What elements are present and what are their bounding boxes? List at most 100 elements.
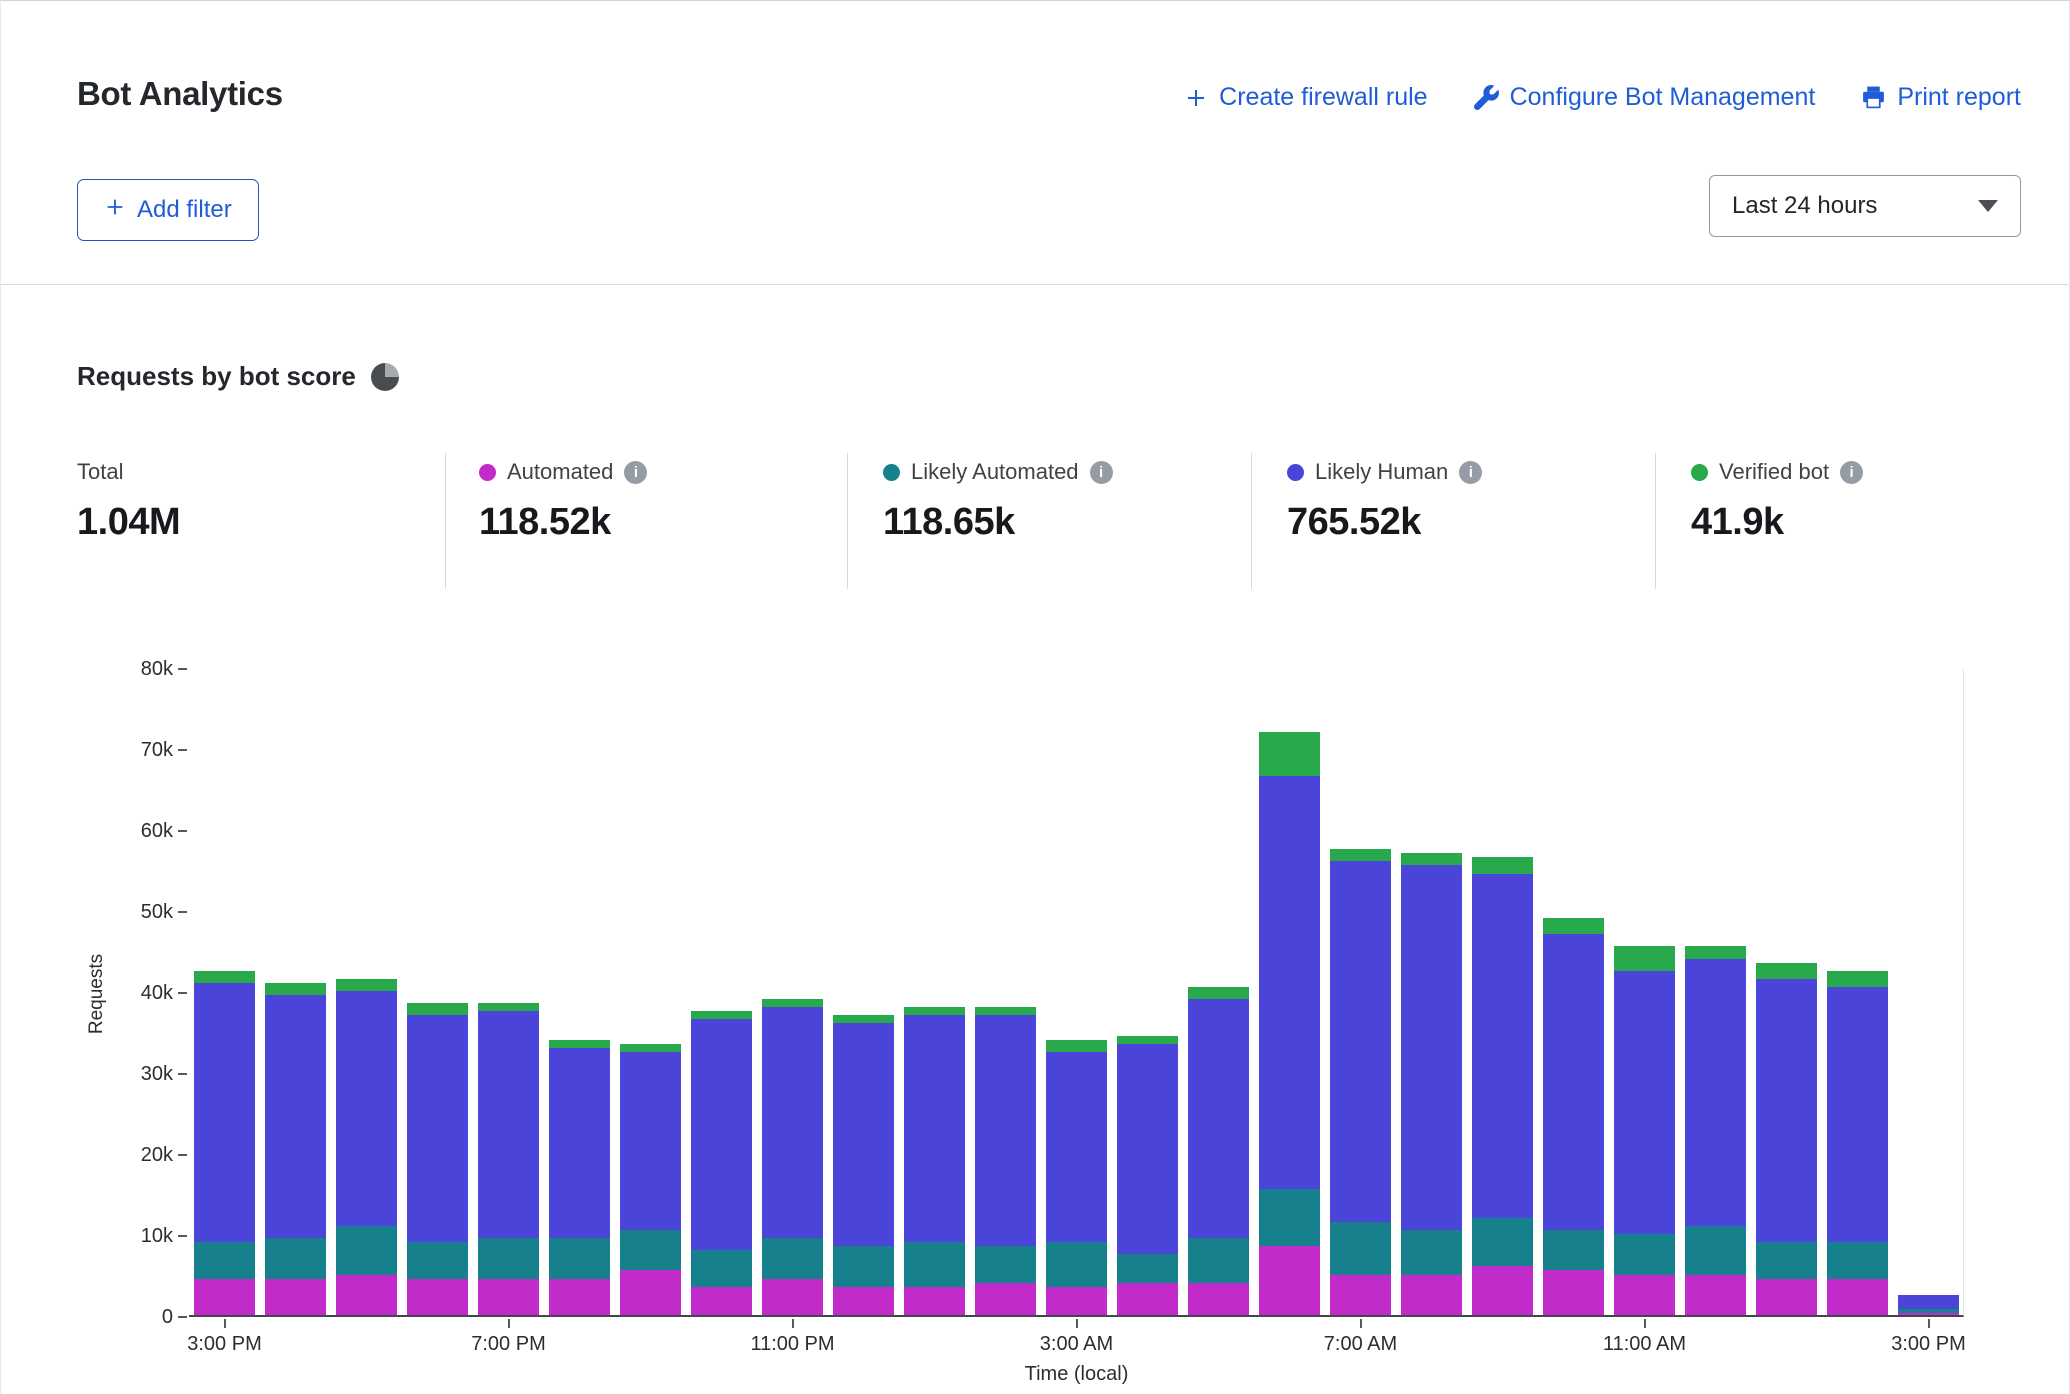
bar-segment-likely-automated[interactable] [1543,1230,1604,1271]
bar-segment-automated[interactable] [1614,1275,1675,1316]
bar-segment-automated[interactable] [194,1279,255,1315]
info-icon[interactable]: i [1840,461,1863,484]
bar-segment-automated[interactable] [1898,1313,1959,1315]
bar-segment-likely-human[interactable] [1827,987,1888,1242]
bar-segment-likely-automated[interactable] [265,1238,326,1279]
bar-segment-likely-automated[interactable] [833,1246,894,1287]
bar-segment-automated[interactable] [1756,1279,1817,1315]
bar-segment-likely-human[interactable] [478,1011,539,1238]
bar-segment-verified-bot[interactable] [1401,853,1462,865]
bar-segment-verified-bot[interactable] [194,971,255,983]
bar-segment-automated[interactable] [975,1283,1036,1315]
bar-segment-automated[interactable] [1827,1279,1888,1315]
bar-segment-likely-automated[interactable] [1188,1238,1249,1283]
bar-segment-verified-bot[interactable] [336,979,397,991]
info-icon[interactable]: i [1090,461,1113,484]
bar-segment-likely-human[interactable] [620,1052,681,1230]
bar-segment-likely-automated[interactable] [620,1230,681,1271]
bar-segment-verified-bot[interactable] [265,983,326,995]
create-firewall-rule-link[interactable]: Create firewall rule [1184,83,1427,112]
bar-segment-verified-bot[interactable] [1543,918,1604,934]
bar-segment-verified-bot[interactable] [407,1003,468,1015]
bar-segment-verified-bot[interactable] [1117,1036,1178,1044]
bar-segment-likely-automated[interactable] [904,1242,965,1287]
bar-segment-likely-human[interactable] [975,1015,1036,1246]
bar-segment-verified-bot[interactable] [1685,946,1746,958]
bar-segment-verified-bot[interactable] [1827,971,1888,987]
bar-segment-verified-bot[interactable] [975,1007,1036,1015]
bar-segment-verified-bot[interactable] [1614,946,1675,970]
bar-segment-likely-automated[interactable] [194,1242,255,1278]
bar-segment-likely-human[interactable] [1685,959,1746,1226]
bar-segment-likely-human[interactable] [904,1015,965,1242]
bar-segment-likely-human[interactable] [1117,1044,1178,1255]
bar-segment-automated[interactable] [904,1287,965,1315]
bar-segment-automated[interactable] [1330,1275,1391,1316]
bar-segment-likely-human[interactable] [1259,776,1320,1189]
bar-segment-likely-automated[interactable] [1898,1309,1959,1312]
bar-segment-likely-automated[interactable] [549,1238,610,1279]
bar-segment-likely-human[interactable] [194,983,255,1242]
bar-segment-likely-automated[interactable] [1685,1226,1746,1275]
bar-segment-automated[interactable] [762,1279,823,1315]
bar-segment-verified-bot[interactable] [549,1040,610,1048]
bar-segment-likely-automated[interactable] [691,1250,752,1286]
bar-segment-automated[interactable] [336,1275,397,1316]
bar-segment-likely-human[interactable] [1756,979,1817,1242]
bar-segment-likely-automated[interactable] [1614,1234,1675,1275]
bar-segment-automated[interactable] [691,1287,752,1315]
bar-segment-verified-bot[interactable] [478,1003,539,1011]
bar-segment-likely-automated[interactable] [478,1238,539,1279]
bar-segment-automated[interactable] [549,1279,610,1315]
bar-segment-verified-bot[interactable] [833,1015,894,1023]
bar-segment-automated[interactable] [1188,1283,1249,1315]
bar-segment-likely-human[interactable] [1046,1052,1107,1242]
bar-segment-likely-automated[interactable] [1046,1242,1107,1287]
bar-segment-verified-bot[interactable] [620,1044,681,1052]
bar-segment-automated[interactable] [1472,1266,1533,1315]
bar-segment-likely-human[interactable] [265,995,326,1238]
bar-segment-likely-human[interactable] [336,991,397,1226]
bar-segment-automated[interactable] [1543,1270,1604,1315]
bar-segment-likely-human[interactable] [1543,934,1604,1230]
bar-segment-automated[interactable] [1401,1275,1462,1316]
bar-segment-likely-automated[interactable] [407,1242,468,1278]
bar-segment-likely-automated[interactable] [1401,1230,1462,1275]
bar-segment-likely-human[interactable] [1898,1295,1959,1310]
bar-segment-verified-bot[interactable] [1330,849,1391,861]
bar-segment-verified-bot[interactable] [1259,732,1320,777]
bar-segment-automated[interactable] [1117,1283,1178,1315]
bar-segment-likely-human[interactable] [1472,874,1533,1218]
bar-segment-likely-automated[interactable] [1472,1218,1533,1267]
print-report-link[interactable]: Print report [1861,83,2021,112]
bar-segment-verified-bot[interactable] [1756,963,1817,979]
bar-segment-automated[interactable] [1259,1246,1320,1315]
bar-segment-automated[interactable] [265,1279,326,1315]
bar-segment-likely-human[interactable] [1614,971,1675,1234]
bar-segment-likely-automated[interactable] [762,1238,823,1279]
bar-segment-automated[interactable] [833,1287,894,1315]
bar-segment-likely-automated[interactable] [1330,1222,1391,1275]
bar-segment-likely-human[interactable] [407,1015,468,1242]
bar-segment-automated[interactable] [620,1270,681,1315]
bar-segment-verified-bot[interactable] [1188,987,1249,999]
bar-segment-likely-human[interactable] [1188,999,1249,1238]
bar-segment-verified-bot[interactable] [1472,857,1533,873]
bar-segment-likely-automated[interactable] [1117,1254,1178,1282]
bar-segment-automated[interactable] [478,1279,539,1315]
info-icon[interactable]: i [624,461,647,484]
bar-segment-likely-automated[interactable] [975,1246,1036,1282]
bar-segment-likely-human[interactable] [1401,865,1462,1230]
bar-segment-verified-bot[interactable] [904,1007,965,1015]
bar-segment-verified-bot[interactable] [691,1011,752,1019]
bar-segment-likely-human[interactable] [549,1048,610,1238]
info-icon[interactable]: i [1459,461,1482,484]
time-range-select[interactable]: Last 24 hours [1709,175,2021,237]
bar-segment-automated[interactable] [1046,1287,1107,1315]
configure-bot-management-link[interactable]: Configure Bot Management [1474,83,1816,112]
bar-segment-verified-bot[interactable] [1046,1040,1107,1052]
bar-segment-likely-automated[interactable] [1827,1242,1888,1278]
bar-segment-likely-human[interactable] [762,1007,823,1238]
bar-segment-automated[interactable] [407,1279,468,1315]
bar-segment-likely-human[interactable] [1330,861,1391,1221]
